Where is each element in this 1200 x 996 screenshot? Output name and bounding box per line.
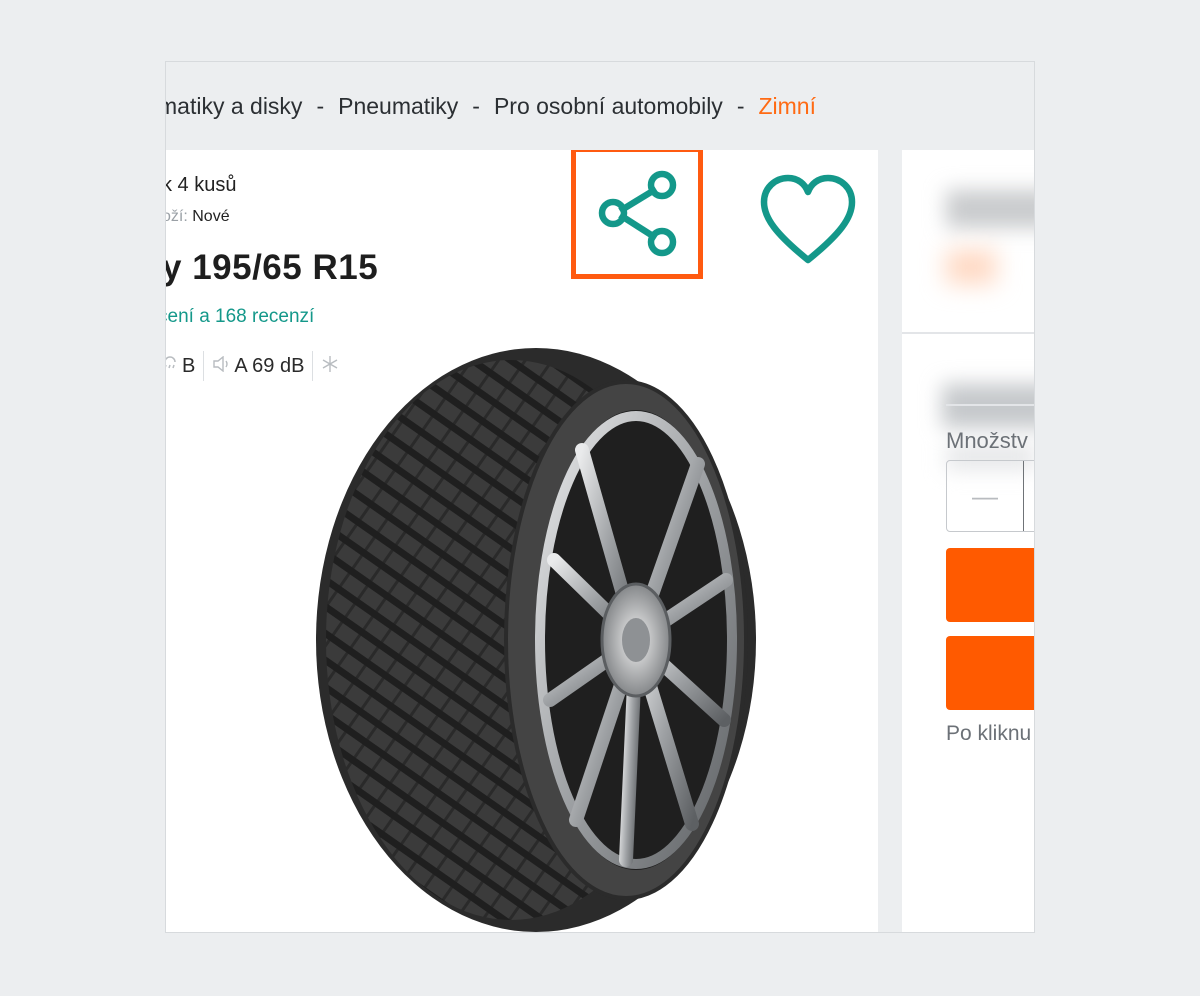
quantity-decrement-button[interactable]: — [947, 461, 1023, 531]
page-frame: matiky a disky - Pneumatiky - Pro osobní… [166, 62, 1034, 932]
product-title: y 195/65 R15 [166, 248, 379, 287]
secondary-action-button[interactable] [946, 636, 1034, 710]
add-to-cart-button[interactable] [946, 548, 1034, 622]
price-card [902, 150, 1034, 334]
purchase-sidebar: Množstv — Po kliknu [902, 150, 1034, 932]
breadcrumb-item-tires[interactable]: Pneumatiky [338, 93, 458, 120]
speaker-icon [212, 355, 230, 377]
order-card [902, 334, 1034, 932]
blurred-content [946, 250, 996, 284]
purchase-note: Po kliknu [946, 722, 1032, 745]
heart-icon[interactable] [758, 172, 858, 272]
wet-grip-value: B [182, 354, 196, 377]
breadcrumb: matiky a disky - Pneumatiky - Pro osobní… [166, 62, 1034, 150]
breadcrumb-item-tires-and-wheels[interactable]: matiky a disky [166, 93, 302, 120]
quantity-input[interactable] [1023, 461, 1034, 531]
spec-divider [203, 351, 205, 381]
breadcrumb-separator: - [736, 92, 745, 119]
divider [946, 404, 1034, 406]
product-state-label: oží: [166, 208, 188, 225]
blurred-content [942, 384, 1034, 428]
product-state: oží: Nové [166, 208, 230, 226]
breadcrumb-current: Zimní [758, 92, 816, 119]
product-image-tire[interactable] [296, 340, 776, 932]
breadcrumb-separator: - [472, 92, 480, 119]
quantity-stepper: — [946, 460, 1034, 532]
product-state-value: Nové [192, 208, 230, 225]
reviews-link[interactable]: cení a 168 recenzí [166, 306, 314, 328]
rain-icon [166, 355, 178, 378]
product-panel: k 4 kusů oží: Nové y 195/65 R15 cení a 1… [166, 150, 878, 932]
share-button[interactable] [571, 150, 703, 279]
noise-value: A 69 dB [234, 354, 305, 377]
pack-info: k 4 kusů [166, 174, 237, 196]
breadcrumb-separator: - [316, 92, 325, 119]
blurred-content [946, 190, 1034, 228]
quantity-label: Množstv [946, 428, 1028, 453]
breadcrumb-item-passenger-cars[interactable]: Pro osobní automobily [494, 93, 723, 120]
share-icon [598, 170, 677, 257]
